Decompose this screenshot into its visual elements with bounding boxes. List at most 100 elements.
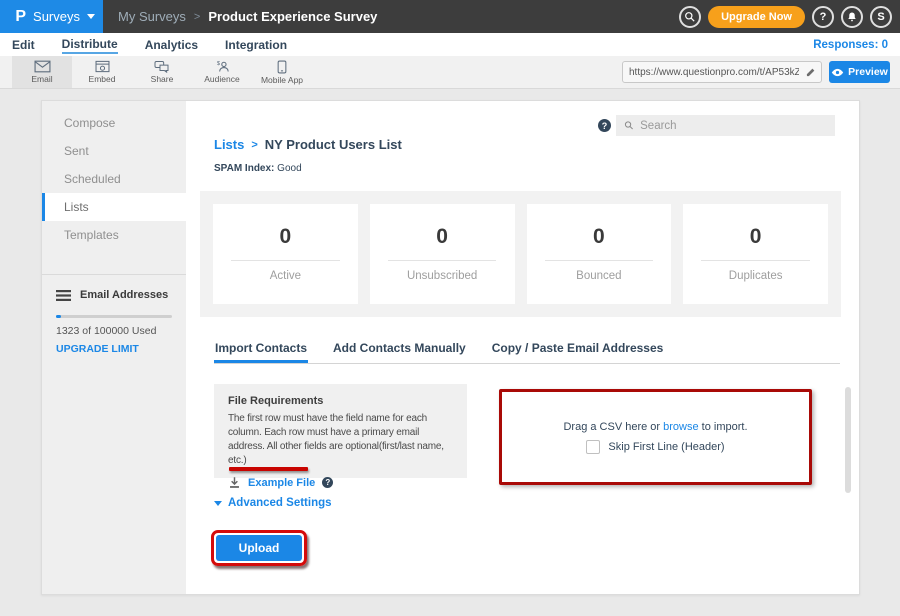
eye-icon <box>831 68 844 77</box>
dropzone-text-after: to import. <box>699 421 748 433</box>
channel-audience-label: Audience <box>204 74 239 84</box>
list-breadcrumb: Lists > NY Product Users List <box>214 137 402 152</box>
browse-link[interactable]: browse <box>663 421 698 433</box>
preview-button-label: Preview <box>848 66 888 78</box>
dropzone-instruction: Drag a CSV here or browse to import. <box>563 421 747 433</box>
file-requirements-title: File Requirements <box>228 395 453 407</box>
example-file-help-icon[interactable]: ? <box>322 477 333 488</box>
edit-url-button[interactable] <box>799 62 821 82</box>
product-menu[interactable]: P Surveys <box>0 0 103 33</box>
skip-first-line-label: Skip First Line (Header) <box>608 441 724 453</box>
breadcrumb-lists-link[interactable]: Lists <box>214 137 244 152</box>
nav-integration[interactable]: Integration <box>225 36 287 53</box>
dropzone-text-before: Drag a CSV here or <box>563 421 663 433</box>
audience-icon: $ <box>214 60 231 73</box>
channel-mobile-app[interactable]: Mobile App <box>252 56 312 88</box>
breadcrumb-list-name: NY Product Users List <box>265 137 402 152</box>
advanced-settings-label: Advanced Settings <box>228 497 332 509</box>
sidebar-item-sent[interactable]: Sent <box>42 137 186 165</box>
stat-label: Active <box>213 270 358 282</box>
sidebar-item-compose[interactable]: Compose <box>42 109 186 137</box>
list-search-box <box>616 115 835 136</box>
lists-panel: Compose Sent Scheduled Lists Templates E… <box>41 100 860 595</box>
breadcrumb-survey-title: Product Experience Survey <box>208 9 377 24</box>
tab-import-contacts[interactable]: Import Contacts <box>214 341 308 363</box>
upgrade-limit-link[interactable]: UPGRADE LIMIT <box>56 343 176 355</box>
app-screen: P Surveys My Surveys > Product Experienc… <box>0 0 900 616</box>
email-usage-progressbar <box>56 315 172 318</box>
stat-value: 0 <box>683 225 828 249</box>
breadcrumb-separator: > <box>251 139 257 151</box>
search-button[interactable] <box>679 6 701 28</box>
stat-label: Unsubscribed <box>370 270 515 282</box>
email-addresses-title: Email Addresses <box>80 289 168 301</box>
envelope-icon <box>34 60 51 73</box>
stat-card-bounced: 0 Bounced <box>527 204 672 304</box>
stat-divider <box>388 260 497 261</box>
channel-email-label: Email <box>31 74 52 84</box>
mobile-phone-icon <box>277 60 287 74</box>
email-usage-text: 1323 of 100000 Used <box>56 325 176 337</box>
channel-audience[interactable]: $ Audience <box>192 56 252 88</box>
example-file-row: Example File ? <box>228 476 453 489</box>
skip-first-line-checkbox[interactable] <box>586 440 600 454</box>
annotation-example-file-underline <box>229 467 308 471</box>
distribute-toolbar: Email Embed Share $ Audience Mobile App … <box>0 56 900 89</box>
upgrade-now-button[interactable]: Upgrade Now <box>708 6 805 28</box>
survey-url[interactable]: https://www.questionpro.com/t/AP53kZgfo <box>623 67 799 78</box>
caret-down-icon <box>214 501 222 506</box>
list-help-icon[interactable]: ? <box>598 119 611 132</box>
spam-index-label: SPAM Index: <box>214 163 274 174</box>
top-navbar: P Surveys My Surveys > Product Experienc… <box>0 0 900 33</box>
csv-dropzone[interactable]: Drag a CSV here or browse to import. Ski… <box>499 389 812 485</box>
sidebar-item-scheduled[interactable]: Scheduled <box>42 165 186 193</box>
file-requirements-body: The first row must have the field name f… <box>228 412 453 468</box>
spam-index: SPAM Index: Good <box>214 163 302 174</box>
contacts-tabs: Import Contacts Add Contacts Manually Co… <box>214 341 840 364</box>
stat-value: 0 <box>527 225 672 249</box>
spam-index-value: Good <box>277 163 301 174</box>
list-stats: 0 Active 0 Unsubscribed 0 Bounced 0 <box>200 191 841 317</box>
breadcrumb-my-surveys[interactable]: My Surveys <box>118 9 186 24</box>
tab-copy-paste-email-addresses[interactable]: Copy / Paste Email Addresses <box>491 341 665 363</box>
sidebar-item-lists[interactable]: Lists <box>42 193 186 221</box>
stat-divider <box>701 260 810 261</box>
preview-button[interactable]: Preview <box>829 61 890 83</box>
channel-embed-label: Embed <box>89 74 116 84</box>
nav-analytics[interactable]: Analytics <box>145 36 198 53</box>
responses-count[interactable]: Responses: 0 <box>813 39 888 51</box>
scrollbar-thumb[interactable] <box>845 387 851 493</box>
embed-window-icon <box>95 60 110 73</box>
channel-mobile-app-label: Mobile App <box>261 75 303 85</box>
user-avatar[interactable]: S <box>870 6 892 28</box>
stat-value: 0 <box>213 225 358 249</box>
notifications-button[interactable] <box>841 6 863 28</box>
tab-add-contacts-manually[interactable]: Add Contacts Manually <box>332 341 467 363</box>
email-addresses-section: Email Addresses 1323 of 100000 Used UPGR… <box>56 289 176 355</box>
channel-embed[interactable]: Embed <box>72 56 132 88</box>
list-detail-main: ? Lists > NY Product Users List SPAM Ind… <box>186 101 859 594</box>
upload-button[interactable]: Upload <box>216 535 302 561</box>
search-input[interactable] <box>640 120 827 132</box>
nav-edit[interactable]: Edit <box>12 36 35 53</box>
breadcrumb-separator: > <box>194 11 200 23</box>
stat-divider <box>545 260 654 261</box>
share-bubbles-icon <box>154 60 170 73</box>
stat-label: Duplicates <box>683 270 828 282</box>
questionpro-logo: P <box>15 9 26 25</box>
skip-first-line-row: Skip First Line (Header) <box>586 440 724 454</box>
nav-distribute[interactable]: Distribute <box>62 35 118 54</box>
stat-card-active: 0 Active <box>213 204 358 304</box>
advanced-settings-toggle[interactable]: Advanced Settings <box>214 497 332 509</box>
list-icon <box>56 290 71 301</box>
stat-divider <box>231 260 340 261</box>
channel-share[interactable]: Share <box>132 56 192 88</box>
stat-label: Bounced <box>527 270 672 282</box>
topbar-actions: Upgrade Now ? S <box>679 0 892 33</box>
help-button[interactable]: ? <box>812 6 834 28</box>
sidebar-item-templates[interactable]: Templates <box>42 221 186 249</box>
channel-email[interactable]: Email <box>12 56 72 88</box>
survey-url-box: https://www.questionpro.com/t/AP53kZgfo <box>622 61 822 83</box>
example-file-link[interactable]: Example File <box>248 477 315 489</box>
channel-share-label: Share <box>151 74 174 84</box>
